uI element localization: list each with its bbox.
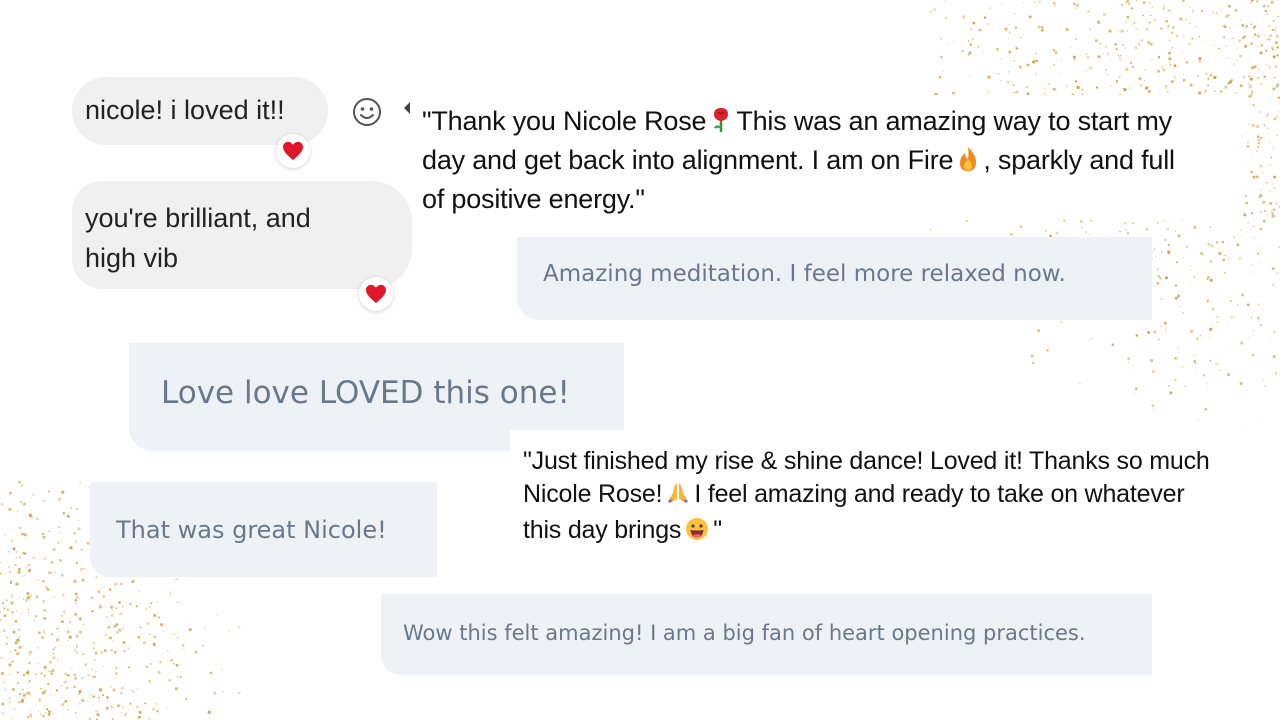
testimonial-quote-thank-you: "Thank you Nicole Rose This was an amazin… [412,95,1242,220]
rose-icon [710,106,732,142]
quote-text-segment: I feel amazing and ready to take on what… [694,480,1185,508]
quote-line-1: "Just finished my rise & shine dance! Lo… [523,447,1210,475]
testimonial-card-meditation: Amazing meditation. I feel more relaxed … [517,237,1152,320]
testimonial-card-heart-opening: Wow this felt amazing! I am a big fan of… [381,594,1152,675]
grinning-face-icon [685,517,709,550]
caret-left-icon [404,102,410,114]
message-line-1: you're brilliant, and [85,203,311,233]
testimonial-quote-rise-shine: "Just finished my rise & shine dance! Lo… [510,430,1250,550]
quote-text-segment: This was an amazing way to start my [736,106,1172,136]
smiley-react-icon[interactable] [351,96,383,128]
quote-text-segment: Nicole Rose! [523,480,663,508]
message-line-2: high vib [85,243,179,273]
gold-glitter-top-right [930,0,1280,440]
quote-line-1: "Thank you Nicole Rose This was an amazin… [422,103,1237,142]
quote-line-2: day and get back into alignment. I am on… [422,142,1237,181]
fire-icon [957,145,979,181]
quote-text: "Thank you Nicole Rose This was an amazin… [422,103,1237,217]
quote-text-segment: day and get back into alignment. I am on… [422,145,954,175]
quote-text-segment: , sparkly and full [983,145,1175,175]
card-text: Amazing meditation. I feel more relaxed … [543,261,1066,287]
card-text: That was great Nicole! [116,516,387,544]
message-text: nicole! i loved it!! [85,95,285,125]
praying-hands-icon [666,481,690,514]
heart-reaction-icon[interactable] [359,277,393,311]
testimonial-card-great: That was great Nicole! [90,482,437,577]
quote-text-segment: this day brings [523,516,682,544]
card-text: Love love LOVED this one! [161,375,570,411]
quote-text-segment: "Thank you Nicole Rose [422,106,707,136]
quote-text: "Just finished my rise & shine dance! Lo… [523,445,1248,550]
quote-line-3: this day brings " [523,514,1248,550]
quote-text-segment: " [713,516,722,544]
message-text: you're brilliant, and high vib [85,198,311,278]
heart-reaction-icon[interactable] [276,134,310,168]
quote-line-2: Nicole Rose! I feel amazing and ready to … [523,478,1248,514]
quote-line-3: of positive energy." [422,184,645,214]
card-text: Wow this felt amazing! I am a big fan of… [403,621,1086,645]
message-bubble-brilliant: you're brilliant, and high vib [72,181,412,289]
